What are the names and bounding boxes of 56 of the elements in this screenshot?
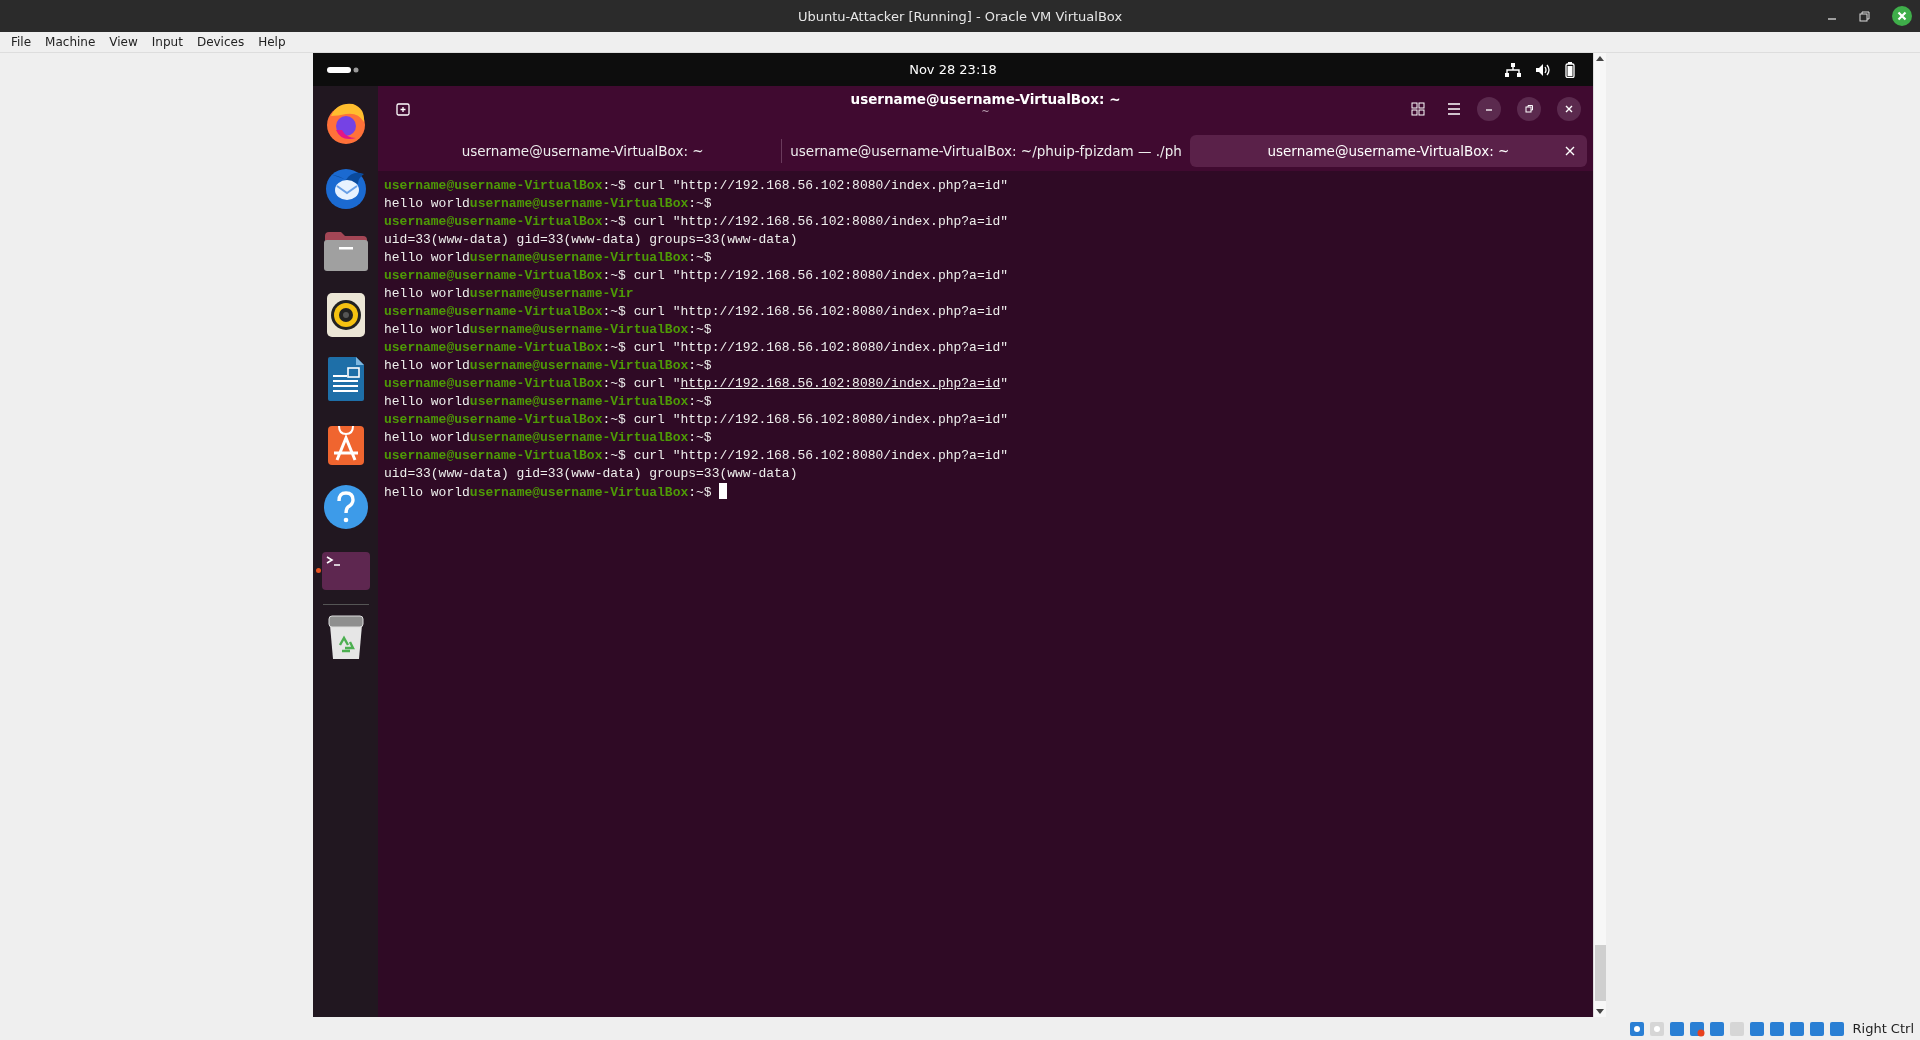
terminal-line: hello worldusername@username-VirtualBox:~$	[384, 393, 713, 411]
battery-icon[interactable]	[1565, 61, 1575, 78]
terminal-line: hello worldusername@username-VirtualBox:~$	[384, 429, 713, 447]
menu-item[interactable]: File	[4, 35, 39, 49]
terminal-line: uid=33(www-data) gid=33(www-data) groups=33(www-data)	[384, 231, 799, 249]
terminal-line: hello worldusername@username-VirtualBox:~$	[384, 357, 713, 375]
terminal-line: hello worldusername@username-VirtualBox:~$	[384, 321, 713, 339]
terminal-line: username@username-VirtualBox:~$ curl "http://192.168.56.102:8080/index.php?a=id"	[384, 339, 1010, 357]
menu-item[interactable]: Devices	[189, 35, 252, 49]
terminal-line: username@username-VirtualBox:~$ curl "http://192.168.56.102:8080/index.php?a=id"	[384, 177, 1010, 195]
terminal-line: username@username-VirtualBox:~$ curl "http://192.168.56.102:8080/index.php?a=id"	[384, 411, 1010, 429]
new-tab-icon[interactable]	[396, 101, 410, 116]
document-icon[interactable]	[326, 356, 365, 402]
terminal-line: hello worldusername@username-VirtualBox:~$	[384, 483, 1587, 501]
close-icon[interactable]	[1892, 6, 1912, 26]
terminal-title: username@username-VirtualBox: ~	[850, 91, 1121, 107]
grid-icon[interactable]	[1411, 101, 1425, 116]
workspace-indicator-icon[interactable]	[327, 65, 359, 74]
folder-icon[interactable]	[322, 230, 369, 272]
terminal-subtitle: ~	[981, 107, 990, 117]
scroll-down-arrow-icon[interactable]	[1596, 1009, 1604, 1015]
terminal-line: hello worldusername@username-Vir	[384, 285, 635, 303]
restore-button[interactable]	[1517, 96, 1541, 121]
terminal-line: username@username-VirtualBox:~$ curl "http://192.168.56.102:8080/index.php?a=id"	[384, 303, 1010, 321]
scrollbar-thumb[interactable]	[1594, 945, 1606, 1001]
scrollbar[interactable]	[1593, 53, 1606, 1017]
menu-item[interactable]: View	[102, 35, 145, 49]
terminal-line: hello worldusername@username-VirtualBox:~$	[384, 249, 713, 267]
volume-icon[interactable]	[1535, 62, 1551, 77]
menu-item[interactable]: Machine	[38, 35, 103, 49]
restore-icon[interactable]	[1859, 10, 1870, 22]
terminal-icon[interactable]	[321, 552, 370, 590]
terminal-line: username@username-VirtualBox:~$ curl "http://192.168.56.102:8080/index.php?a=id"	[384, 447, 1010, 465]
terminal-line: username@username-VirtualBox:~$ curl "http://192.168.56.102:8080/index.php?a=id"	[384, 213, 1010, 231]
close-tab-icon[interactable]	[1565, 146, 1575, 156]
terminal-tab[interactable]: username@username-VirtualBox: ~	[384, 135, 782, 167]
terminal-line: username@username-VirtualBox:~$ curl "http://192.168.56.102:8080/index.php?a=id"	[384, 267, 1010, 285]
menu-icon[interactable]	[1447, 102, 1461, 115]
terminal-tab[interactable]: username@username-VirtualBox: ~/phuip-fpizdam — ./ph	[782, 135, 1190, 167]
host-key-label: Right Ctrl	[1852, 1021, 1914, 1036]
speaker-icon[interactable]	[325, 292, 366, 338]
clock[interactable]: Nov 28 23:18	[909, 62, 997, 77]
trash-icon[interactable]	[326, 615, 365, 661]
terminal-line: hello worldusername@username-VirtualBox:~$	[384, 195, 713, 213]
terminal-tab[interactable]: username@username-VirtualBox: ~	[1189, 135, 1587, 167]
close-icon[interactable]	[1564, 103, 1574, 114]
terminal-line: username@username-VirtualBox:~$ curl "http://192.168.56.102:8080/index.php?a=id"	[384, 375, 1010, 393]
url-link[interactable]: http://192.168.56.102:8080/index.php?a=id	[680, 376, 1001, 391]
restore-icon[interactable]	[1524, 103, 1534, 114]
menu-item[interactable]: Input	[144, 35, 190, 49]
menu-item[interactable]: Help	[251, 35, 293, 49]
window-title: Ubuntu-Attacker [Running] - Oracle VM VirtualBox	[797, 8, 1123, 24]
help-icon[interactable]	[322, 484, 369, 530]
scroll-up-arrow-icon[interactable]	[1596, 55, 1604, 61]
close-button[interactable]	[1557, 96, 1581, 121]
terminal-line: uid=33(www-data) gid=33(www-data) groups=33(www-data)	[384, 465, 799, 483]
